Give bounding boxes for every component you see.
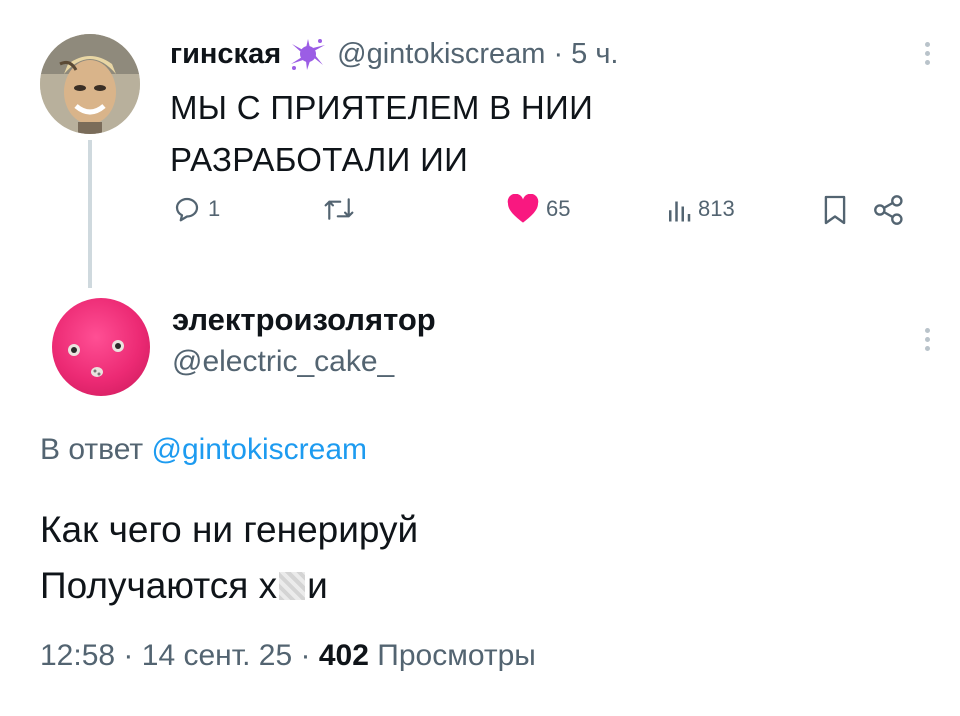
- more-dots-icon[interactable]: [922, 38, 932, 69]
- separator-dot: ·: [123, 639, 134, 672]
- avatar[interactable]: [52, 298, 150, 396]
- bookmark-button[interactable]: [822, 194, 848, 226]
- views-button[interactable]: 813: [666, 194, 735, 224]
- like-button[interactable]: 65: [506, 194, 570, 224]
- reply-tweet[interactable]: электроизолятор @electric_cake_ В ответ …: [0, 290, 960, 716]
- avatar-image: [40, 34, 140, 134]
- share-icon: [874, 195, 903, 225]
- tweet-meta: 12:58 · 14 сент. 25 · 402 Просмотры: [40, 636, 536, 676]
- tweet-text: МЫ С ПРИЯТЕЛЕМ В НИИ РАЗРАБОТАЛИ ИИ: [170, 82, 593, 186]
- tweet-text: Как чего ни генерируй Получаются х и: [40, 502, 418, 614]
- timestamp[interactable]: 12:58: [40, 639, 115, 672]
- reply-prefix: В ответ: [40, 433, 144, 466]
- retweet-icon: [324, 198, 354, 220]
- avatar-image: [68, 340, 124, 377]
- tweet-text-line: Получаются х и: [40, 558, 418, 614]
- tweet-text-line: МЫ С ПРИЯТЕЛЕМ В НИИ: [170, 89, 594, 126]
- display-name[interactable]: гинская: [170, 34, 281, 74]
- reply-button[interactable]: 1: [172, 194, 220, 224]
- share-button[interactable]: [872, 194, 906, 226]
- bookmark-icon: [824, 195, 846, 225]
- reply-count: 1: [208, 196, 221, 221]
- text-end: и: [307, 565, 328, 606]
- heart-icon: [507, 194, 539, 223]
- reply-context: В ответ @gintokiscream: [40, 430, 367, 470]
- reply-handle-link[interactable]: @gintokiscream: [151, 433, 367, 466]
- separator-dot: ·: [300, 639, 311, 672]
- action-bar: 1 65 813: [0, 194, 960, 238]
- purple-splat-emoji: [289, 37, 327, 71]
- user-handle[interactable]: @gintokiscream: [337, 34, 545, 74]
- like-count: 65: [546, 196, 571, 221]
- views-count: 402: [318, 639, 369, 672]
- views-label: Просмотры: [377, 639, 536, 672]
- date[interactable]: 14 сент. 25: [142, 639, 292, 672]
- more-dots-icon[interactable]: [922, 324, 932, 355]
- censor-blur: [279, 572, 306, 600]
- display-name[interactable]: электроизолятор: [172, 300, 436, 340]
- views-count: 813: [698, 196, 735, 221]
- user-handle[interactable]: @electric_cake_: [172, 342, 394, 382]
- parent-tweet[interactable]: гинская @gintokiscream · 5 ч. МЫ С ПРИЯТ…: [0, 0, 960, 290]
- avatar[interactable]: [40, 34, 140, 134]
- separator-dot: ·: [553, 38, 564, 70]
- tweet-text-line: Как чего ни генерируй: [40, 509, 419, 550]
- text-start: Получаются х: [40, 565, 278, 606]
- reply-icon: [175, 197, 199, 222]
- tweet-header: гинская @gintokiscream · 5 ч.: [170, 34, 619, 74]
- timestamp[interactable]: 5 ч.: [571, 34, 618, 74]
- tweet-text-line: РАЗРАБОТАЛИ ИИ: [170, 141, 469, 178]
- retweet-button[interactable]: [322, 194, 356, 224]
- views-icon: [669, 201, 691, 222]
